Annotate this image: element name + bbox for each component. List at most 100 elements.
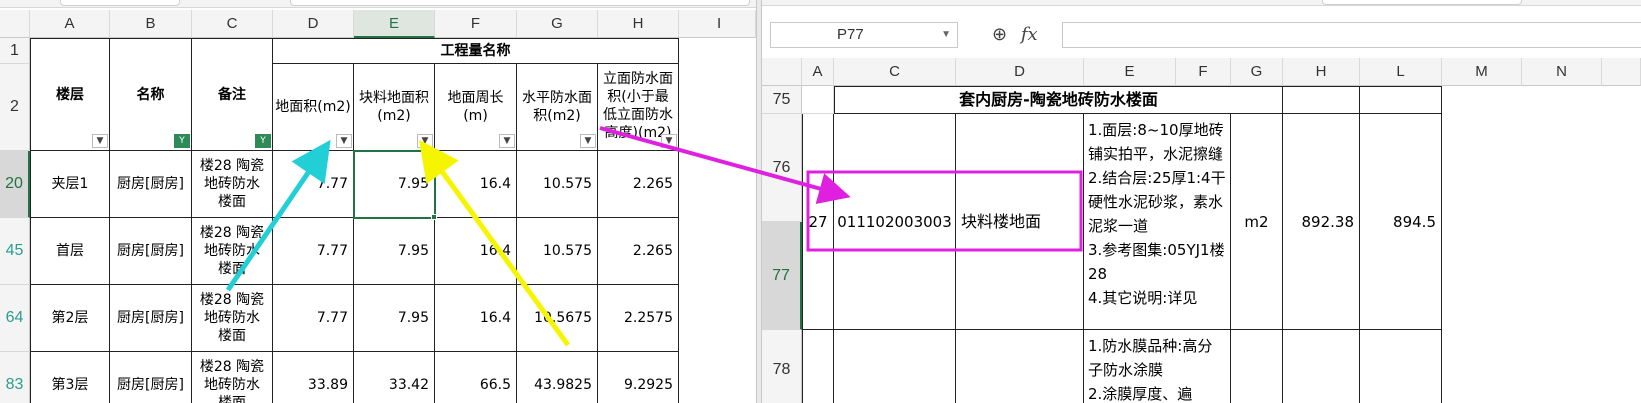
cell-item-name[interactable]: 块料楼地面 xyxy=(956,114,1084,330)
cell-empty[interactable] xyxy=(1283,86,1360,114)
cell-floor[interactable]: 第2层 xyxy=(30,285,110,352)
column-header-e[interactable]: E xyxy=(1084,58,1176,86)
cell-horizontal-waterproof[interactable]: 10.575 xyxy=(517,151,598,218)
right-spreadsheet-pane: P77 ▼ ⊕ fx A C D E F G H L M N 75 76 77 … xyxy=(762,0,1641,403)
cell-floor-area[interactable]: 33.89 xyxy=(273,352,354,403)
cell-empty[interactable] xyxy=(802,330,834,403)
cell-name[interactable]: 厨房[厨房] xyxy=(110,218,192,285)
column-header-d[interactable]: D xyxy=(273,10,354,38)
cell-remark[interactable]: 楼28 陶瓷地砖防水楼面 xyxy=(192,151,273,218)
cell-horizontal-waterproof[interactable]: 10.5675 xyxy=(517,285,598,352)
cell-vertical-waterproof[interactable]: 2.2575 xyxy=(598,285,679,352)
cell-horizontal-waterproof[interactable]: 10.575 xyxy=(517,218,598,285)
cell-code[interactable]: 011102003003 xyxy=(834,114,956,330)
filter-dropdown-icon[interactable]: ▼ xyxy=(661,134,677,148)
column-header-d[interactable]: D xyxy=(956,58,1084,86)
column-header-o[interactable] xyxy=(1602,58,1641,86)
row-header-20[interactable]: 20 xyxy=(0,151,30,218)
column-header-a[interactable]: A xyxy=(30,10,110,38)
cell-perimeter[interactable]: 16.4 xyxy=(435,285,517,352)
column-header-f[interactable]: F xyxy=(1176,58,1231,86)
filter-active-icon[interactable]: Y xyxy=(174,134,190,148)
filter-dropdown-icon[interactable]: ▼ xyxy=(336,134,352,148)
row-header-2[interactable]: 2 xyxy=(0,64,30,151)
cell-floor-area[interactable]: 7.77 xyxy=(273,218,354,285)
column-header-l[interactable]: L xyxy=(1360,58,1442,86)
column-header-h[interactable]: H xyxy=(1283,58,1360,86)
column-header-c[interactable]: C xyxy=(192,10,273,38)
cell-unit[interactable]: m2 xyxy=(1231,114,1283,330)
row-header-45[interactable]: 45 xyxy=(0,218,30,285)
column-header-b[interactable]: B xyxy=(110,10,192,38)
column-header-h[interactable]: H xyxy=(598,10,679,38)
cell-next-description[interactable]: 1.防水膜品种:高分子防水涂膜 2.涂膜厚度、遍 xyxy=(1084,330,1231,403)
column-header-f[interactable]: F xyxy=(435,10,517,38)
formula-icons: ⊕ fx xyxy=(992,22,1038,48)
row-header-78[interactable]: 78 xyxy=(762,330,802,403)
cell-floor[interactable]: 第3层 xyxy=(30,352,110,403)
cell-block-area[interactable]: 7.95 xyxy=(354,218,435,285)
filter-active-icon[interactable]: Y xyxy=(255,134,271,148)
column-header-a[interactable]: A xyxy=(802,58,834,86)
row-header-83[interactable]: 83 xyxy=(0,352,30,403)
zoom-formula-icon[interactable]: ⊕ xyxy=(992,24,1007,45)
row-header-64[interactable]: 64 xyxy=(0,285,30,352)
cell-empty[interactable] xyxy=(1231,330,1283,403)
cell-remark[interactable]: 楼28 陶瓷地砖防水楼面 xyxy=(192,285,273,352)
cell-empty[interactable] xyxy=(834,330,956,403)
cell-vertical-waterproof[interactable]: 2.265 xyxy=(598,218,679,285)
formula-input[interactable] xyxy=(1062,22,1641,48)
cell-perimeter[interactable]: 16.4 xyxy=(435,218,517,285)
cell-empty[interactable] xyxy=(1360,330,1442,403)
cell-vertical-waterproof[interactable]: 2.265 xyxy=(598,151,679,218)
select-all-corner[interactable] xyxy=(0,10,30,38)
chevron-down-icon[interactable]: ▼ xyxy=(941,23,951,47)
column-header-g[interactable]: G xyxy=(517,10,598,38)
column-header-n[interactable]: N xyxy=(1522,58,1602,86)
cell-empty[interactable] xyxy=(1360,86,1442,114)
cell-floor[interactable]: 首层 xyxy=(30,218,110,285)
cell-quantity-l[interactable]: 894.5 xyxy=(1360,114,1442,330)
section-title[interactable]: 套内厨房-陶瓷地砖防水楼面 xyxy=(834,86,1283,114)
cell-empty[interactable] xyxy=(1283,330,1360,403)
fill-handle[interactable] xyxy=(431,214,437,220)
column-header-i[interactable]: I xyxy=(679,10,756,38)
cell-horizontal-waterproof[interactable]: 43.9825 xyxy=(517,352,598,403)
cell-perimeter[interactable]: 66.5 xyxy=(435,352,517,403)
filter-dropdown-icon[interactable]: ▼ xyxy=(92,134,108,148)
cell-empty[interactable] xyxy=(802,86,834,114)
row-header-77[interactable]: 77 xyxy=(762,222,802,330)
row-header-76[interactable]: 76 xyxy=(762,114,802,222)
cell-seq[interactable]: 27 xyxy=(802,114,834,330)
column-header-m[interactable]: M xyxy=(1442,58,1522,86)
cell-floor-area[interactable]: 7.77 xyxy=(273,151,354,218)
fx-icon[interactable]: fx xyxy=(1021,24,1038,45)
cell-remark[interactable]: 楼28 陶瓷地砖防水楼面 xyxy=(192,352,273,403)
group-header: 工程量名称 xyxy=(273,38,679,64)
cell-vertical-waterproof[interactable]: 9.2925 xyxy=(598,352,679,403)
active-cell-selection xyxy=(353,150,436,219)
cell-remark[interactable]: 楼28 陶瓷地砖防水楼面 xyxy=(192,218,273,285)
name-box[interactable]: P77 ▼ xyxy=(770,22,958,48)
row-header-75[interactable]: 75 xyxy=(762,86,802,114)
cell-name[interactable]: 厨房[厨房] xyxy=(110,352,192,403)
cell-empty[interactable] xyxy=(956,330,1084,403)
cell-perimeter[interactable]: 16.4 xyxy=(435,151,517,218)
filter-dropdown-icon[interactable]: ▼ xyxy=(499,134,515,148)
filter-dropdown-icon[interactable]: ▼ xyxy=(417,134,433,148)
cell-block-area[interactable]: 33.42 xyxy=(354,352,435,403)
column-header-c[interactable]: C xyxy=(834,58,956,86)
column-header-e[interactable]: E xyxy=(354,10,435,38)
select-all-corner[interactable] xyxy=(762,58,802,86)
cell-block-area[interactable]: 7.95 xyxy=(354,285,435,352)
cell-floor[interactable]: 夹层1 xyxy=(30,151,110,218)
column-header-g[interactable]: G xyxy=(1231,58,1283,86)
left-spreadsheet-pane: A B C D E F G H I 1 2 20 45 64 83 楼层 名称 … xyxy=(0,0,756,403)
row-header-1[interactable]: 1 xyxy=(0,38,30,64)
cell-floor-area[interactable]: 7.77 xyxy=(273,285,354,352)
cell-name[interactable]: 厨房[厨房] xyxy=(110,285,192,352)
cell-name[interactable]: 厨房[厨房] xyxy=(110,151,192,218)
cell-quantity-h[interactable]: 892.38 xyxy=(1283,114,1360,330)
cell-description[interactable]: 1.面层:8~10厚地砖铺实拍平，水泥擦缝 2.结合层:25厚1:4干硬性水泥砂… xyxy=(1084,114,1231,330)
filter-dropdown-icon[interactable]: ▼ xyxy=(580,134,596,148)
